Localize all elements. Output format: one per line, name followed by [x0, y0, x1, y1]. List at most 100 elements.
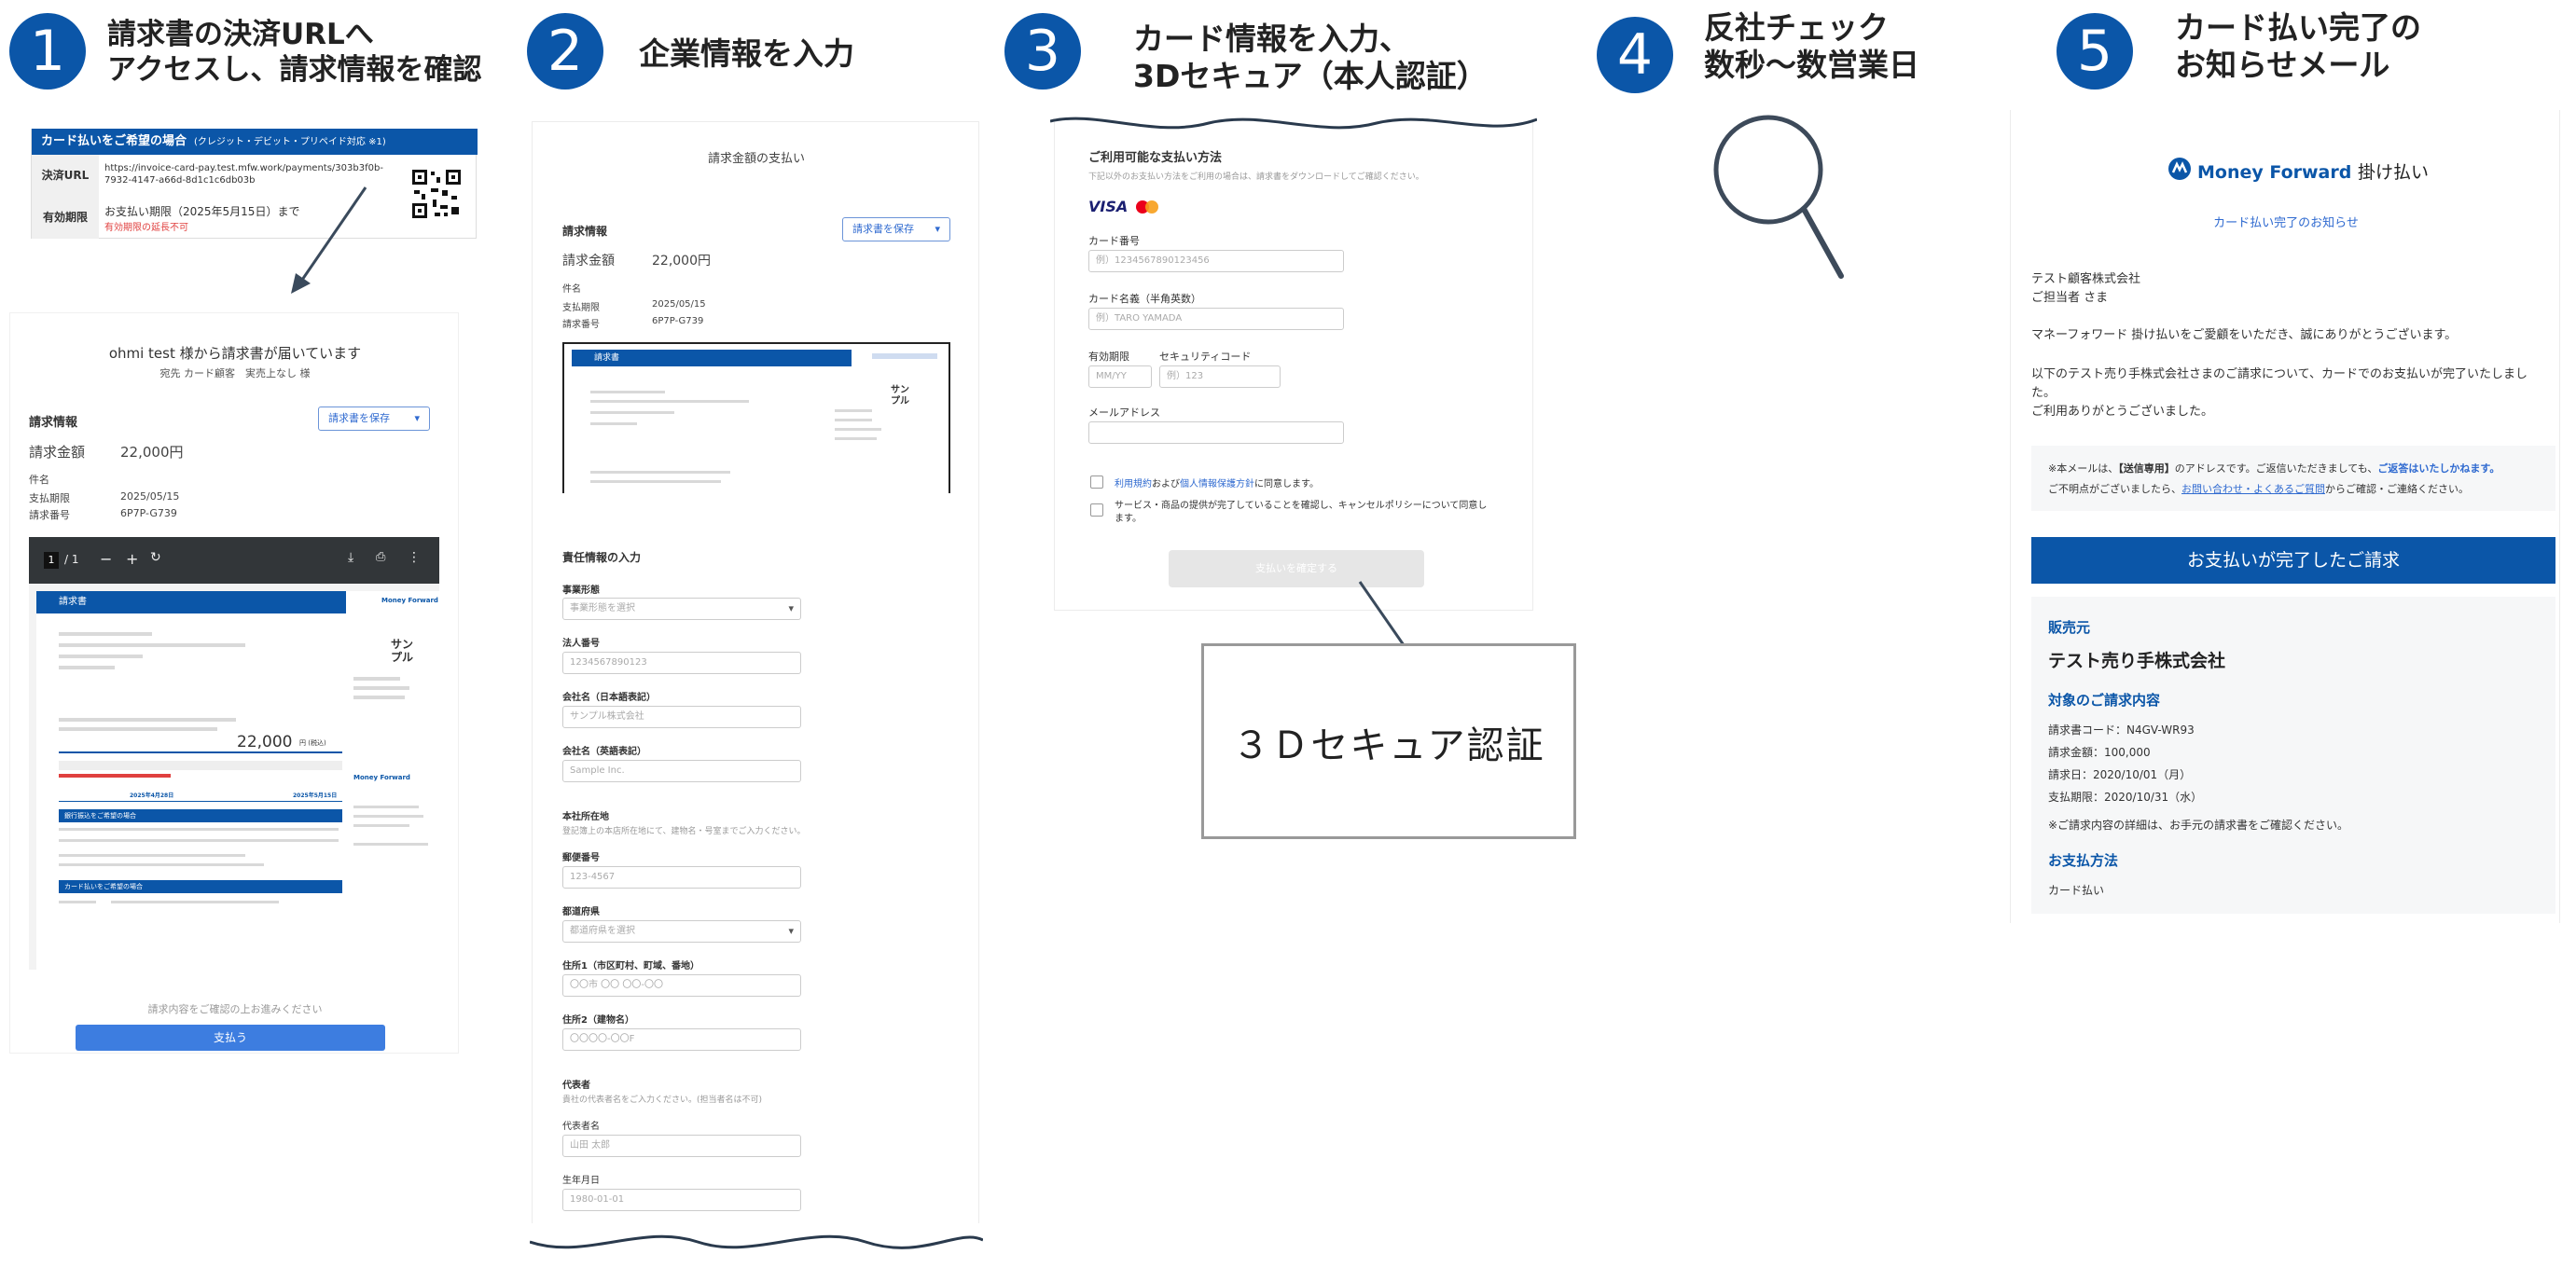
faq-link[interactable]: お問い合わせ・よくあるご質問 [2181, 483, 2325, 495]
step-4-number: 4 [1597, 17, 1673, 93]
terms-text: 利用規約および個人情報保護方針に同意します。 [1115, 479, 1319, 489]
doc-title-bar: 請求書 [572, 350, 852, 366]
doc-brand-small: Money Forward [353, 774, 410, 781]
download-icon[interactable]: ⤓ [348, 550, 353, 565]
qr-code-icon [410, 168, 463, 220]
pay-button[interactable]: 支払う [76, 1025, 385, 1051]
step-2-title: 企業情報を入力 [639, 35, 854, 72]
card-name-input[interactable]: 例）TARO YAMADA [1088, 308, 1344, 330]
doc-amount: 22,000 [237, 733, 293, 751]
due-label: 支払期限 [562, 303, 600, 313]
address-title: 本社所在地 [562, 812, 609, 822]
subject-label: 件名 [562, 284, 581, 295]
company-name-ja-input[interactable]: サンプル株式会社 [562, 706, 801, 728]
invoice-preview: 請求書 サン プル [562, 342, 950, 493]
url-label: 決済URL [32, 155, 99, 196]
step-3-title: カード情報を入力、 3Dセキュア（本人認証） [1133, 21, 1488, 94]
doc-bank-banner: 銀行振込をご希望の場合 [59, 809, 342, 822]
step-2-number: 2 [527, 13, 603, 90]
step-1-number: 1 [9, 13, 86, 90]
recipient-person: ご担当者 さま [2031, 291, 2109, 305]
pdf-viewer[interactable]: 1 / 1 − + ↻ ⤓ ⎙ ⋮ 請求書 Money Forward サン プ… [29, 537, 439, 970]
security-code-input[interactable]: 例）123 [1159, 365, 1281, 388]
arrow-icon [291, 186, 367, 294]
postal-code-label: 郵便番号 [562, 853, 600, 863]
card-form-panel: ご利用可能な支払い方法 下記以外のお支払い方法をご利用の場合は、請求書をダウンロ… [1054, 117, 1533, 611]
card-payment-snippet: カード払いをご希望の場合 (クレジット・デビット・プリペイド対応 ※1) 決済UR… [31, 129, 478, 239]
invoice-info-heading: 請求情報 [29, 416, 78, 430]
invoice-info-heading: 請求情報 [562, 225, 608, 238]
greeting-text: マネーフォワード 掛け払いをご愛顧をいただき、誠にありがとうございます。 [2031, 328, 2458, 342]
body-text-3: ご利用ありがとうございました。 [2031, 405, 2214, 419]
doc-amount-unit: 円 (税込) [299, 739, 326, 747]
step-5-number: 5 [2057, 13, 2133, 90]
invoice-due-date: 支払期限：2020/10/31（水） [2048, 791, 2203, 804]
address-note: 登記簿上の本店所在地にて、建物名・号室までご入力ください。 [562, 827, 806, 836]
address1-input[interactable]: 〇〇市 〇〇 〇〇-〇〇 [562, 974, 801, 997]
invoice-summary-box: 販売元 テスト売り手株式会社 対象のご請求内容 請求書コード：N4GV-WR93… [2031, 597, 2555, 914]
payment-methods-note: 下記以外のお支払い方法をご利用の場合は、請求書をダウンロードしてご確認ください。 [1088, 172, 1424, 182]
prefecture-select[interactable]: 都道府県を選択 [562, 920, 801, 943]
snippet-banner: カード払いをご希望の場合 (クレジット・デビット・プリペイド対応 ※1) [32, 129, 478, 155]
expiry-note: 有効期限の延長不可 [104, 223, 188, 233]
seller-label: 販売元 [2048, 619, 2091, 636]
business-type-select[interactable]: 事業形態を選択 [562, 598, 801, 620]
invoice-recipient: 宛先 カード顧客 実売上なし 様 [159, 367, 311, 379]
invoice-heading: ohmi test 様から請求書が届いています [108, 345, 362, 362]
terms-link[interactable]: 利用規約 [1115, 479, 1152, 489]
3d-secure-label: ３Ｄセキュア認証 [1232, 724, 1545, 767]
rotate-icon[interactable]: ↻ [150, 550, 161, 565]
card-number-input[interactable]: 例）1234567890123456 [1088, 250, 1344, 272]
representative-name-input[interactable]: 山田 太郎 [562, 1135, 801, 1157]
invoice-number-label: 請求番号 [562, 320, 600, 330]
recipient-company: テスト顧客株式会社 [2031, 272, 2141, 286]
invoice-detail-note: ※ご請求内容の詳細は、お手元の請求書をご確認ください。 [2048, 819, 2349, 832]
address1-label: 住所1（市区町村、町域、番地） [562, 961, 699, 972]
expiry-input[interactable]: MM/YY [1088, 365, 1152, 388]
confirm-note: 請求内容をご確認の上お進みください [147, 1003, 323, 1015]
invoice-code: 請求書コード：N4GV-WR93 [2048, 724, 2195, 737]
print-icon[interactable]: ⎙ [376, 550, 385, 564]
service-checkbox[interactable] [1090, 503, 1103, 517]
doc-billing-date: 2025年4月28日 [130, 792, 174, 799]
due-value: 2025/05/15 [652, 299, 706, 310]
doc-due-date: 2025年5月15日 [293, 792, 338, 799]
invoice-number-value: 6P7P-G739 [120, 507, 177, 519]
step-4-title: 反社チェック 数秒〜数営業日 [1704, 9, 1919, 83]
mastercard-icon [1136, 200, 1158, 214]
company-name-en-input[interactable]: Sample Inc. [562, 760, 801, 782]
invoice-amount: 請求金額：100,000 [2048, 746, 2151, 759]
address2-input[interactable]: 〇〇〇〇-〇〇F [562, 1028, 801, 1051]
zoom-in-icon[interactable]: + [126, 550, 138, 568]
payment-method-title: お支払方法 [2048, 852, 2119, 869]
logo-text: Money Forward 掛け払い [2197, 162, 2429, 183]
save-invoice-button[interactable]: 請求書を保存 ▾ [842, 217, 950, 241]
more-options-icon[interactable]: ⋮ [408, 550, 421, 565]
representative-title: 代表者 [562, 1081, 590, 1091]
security-code-label: セキュリティコード [1159, 351, 1252, 363]
company-name-ja-label: 会社名（日本語表記） [562, 693, 656, 703]
postal-code-input[interactable]: 123-4567 [562, 866, 801, 889]
corporate-number-input[interactable]: 1234567890123 [562, 652, 801, 674]
pdf-page: 請求書 Money Forward サン プル 22,000 円 (税込) Mo… [36, 591, 439, 970]
terms-checkbox[interactable] [1090, 476, 1103, 489]
email-subtitle: カード払い完了のお知らせ [2213, 216, 2359, 230]
expiry-label: 有効期限 [32, 196, 99, 239]
company-name-en-label: 会社名（英語表記） [562, 747, 646, 757]
torn-edge-top [1050, 110, 1537, 130]
company-form-panel: 請求金額の支払い 請求情報 請求書を保存 ▾ 請求金額 22,000円 件名 支払… [532, 121, 979, 1240]
page-number-input[interactable]: 1 [44, 552, 59, 569]
payment-methods-heading: ご利用可能な支払い方法 [1088, 151, 1223, 165]
step-1-title: 請求書の決済URLへ アクセスし、請求情報を確認 [107, 18, 482, 87]
completed-banner: お支払いが完了したご請求 [2031, 537, 2555, 584]
zoom-out-icon[interactable]: − [100, 550, 112, 568]
birth-date-input[interactable]: 1980-01-01 [562, 1189, 801, 1211]
invoice-view-panel: ohmi test 様から請求書が届いています 宛先 カード顧客 実売上なし 様… [9, 312, 459, 1054]
email-input[interactable] [1088, 421, 1344, 444]
privacy-policy-link[interactable]: 個人情報保護方針 [1180, 479, 1254, 489]
magnifier-icon [1713, 115, 1844, 279]
doc-sample-stamp: サン プル [891, 385, 909, 407]
save-invoice-button[interactable]: 請求書を保存 ▾ [318, 407, 430, 431]
money-forward-logo-icon [2168, 158, 2191, 180]
address2-label: 住所2（建物名） [562, 1015, 634, 1026]
